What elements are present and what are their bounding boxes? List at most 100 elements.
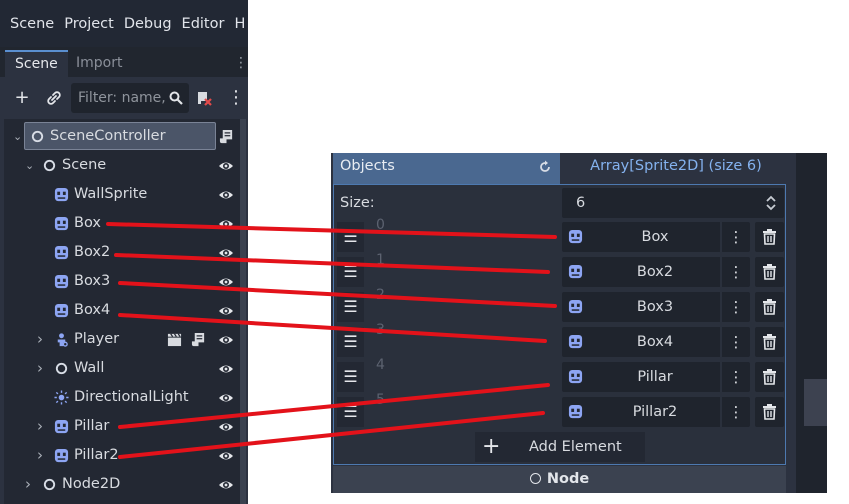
picker-menu-icon[interactable]: ⋮ xyxy=(720,222,750,252)
visibility-eye-icon[interactable] xyxy=(218,274,234,290)
script-icon[interactable] xyxy=(191,332,206,347)
scene-tree: ⌄ SceneController ⌄ Scene WallSprite Box Box2 B… xyxy=(4,119,244,504)
collapse-arrow-icon[interactable]: ⌄ xyxy=(13,122,22,151)
tree-row-scenecontroller[interactable]: ⌄ SceneController xyxy=(4,122,234,151)
tree-row-pillar2[interactable]: › Pillar2 xyxy=(4,441,234,470)
visibility-eye-icon[interactable] xyxy=(218,303,234,319)
expand-arrow-icon[interactable]: › xyxy=(37,325,43,354)
spin-arrows-icon[interactable] xyxy=(766,188,776,215)
node-picker[interactable]: Box2 ⋮ xyxy=(562,257,750,287)
tree-row-node2d[interactable]: › Node2D xyxy=(4,470,234,499)
delete-element-button[interactable] xyxy=(755,257,784,287)
visibility-eye-icon[interactable] xyxy=(218,361,234,377)
tree-row-directionallight[interactable]: DirectionalLight xyxy=(4,383,234,412)
element-index: 3 xyxy=(376,322,385,338)
tree-row-label: Pillar xyxy=(74,418,110,434)
menu-project[interactable]: Project xyxy=(59,16,119,32)
drag-handle-icon[interactable]: ☰ xyxy=(337,257,364,287)
visibility-eye-icon[interactable] xyxy=(218,448,234,464)
drag-handle-icon[interactable]: ☰ xyxy=(337,327,364,357)
drag-handle-icon[interactable]: ☰ xyxy=(337,362,364,392)
viewport-edge xyxy=(791,153,827,493)
picker-menu-icon[interactable]: ⋮ xyxy=(720,362,750,392)
revert-icon[interactable] xyxy=(538,160,552,174)
delete-element-button[interactable] xyxy=(755,292,784,322)
sprite-icon xyxy=(568,334,584,350)
script-filter-icon[interactable] xyxy=(192,86,216,110)
expand-arrow-icon[interactable]: › xyxy=(25,470,31,499)
size-spinbox[interactable]: 6 xyxy=(562,188,784,218)
tree-row-player[interactable]: › Player xyxy=(4,325,234,354)
tree-row-label: Player xyxy=(74,331,120,347)
script-icon[interactable] xyxy=(219,129,234,144)
node-picker[interactable]: Box3 ⋮ xyxy=(562,292,750,322)
sprite-icon xyxy=(54,303,69,318)
array-element-row: ☰ 5 Pillar2 ⋮ xyxy=(334,392,785,428)
element-node-name: Box2 xyxy=(636,264,674,280)
visibility-eye-icon[interactable] xyxy=(218,390,234,406)
link-icon[interactable] xyxy=(42,86,66,110)
drag-handle-icon[interactable]: ☰ xyxy=(337,397,364,427)
node-picker[interactable]: Box4 ⋮ xyxy=(562,327,750,357)
delete-element-button[interactable] xyxy=(755,327,784,357)
viewport-scroll-handle[interactable] xyxy=(804,379,827,426)
picker-menu-icon[interactable]: ⋮ xyxy=(720,257,750,287)
visibility-eye-icon[interactable] xyxy=(218,187,234,203)
tab-import[interactable]: Import xyxy=(66,50,132,77)
node-picker[interactable]: Pillar2 ⋮ xyxy=(562,397,750,427)
dock-options-icon[interactable]: ⋮ xyxy=(234,55,248,71)
open-scene-icon[interactable] xyxy=(167,332,182,347)
menu-editor[interactable]: Editor xyxy=(177,16,230,32)
delete-element-button[interactable] xyxy=(755,222,784,252)
element-index: 4 xyxy=(376,357,385,373)
node-picker[interactable]: Box ⋮ xyxy=(562,222,750,252)
delete-element-button[interactable] xyxy=(755,362,784,392)
array-type-button[interactable]: Array[Sprite2D] (size 6) xyxy=(560,153,792,184)
node-icon xyxy=(42,477,57,492)
tree-row-label: Pillar2 xyxy=(74,447,119,463)
tree-row-wallsprite[interactable]: WallSprite xyxy=(4,180,234,209)
picker-menu-icon[interactable]: ⋮ xyxy=(720,327,750,357)
visibility-eye-icon[interactable] xyxy=(218,245,234,261)
picker-menu-icon[interactable]: ⋮ xyxy=(720,292,750,322)
tree-row-box[interactable]: Box xyxy=(4,209,234,238)
inspector-scrollbar[interactable] xyxy=(791,153,796,493)
expand-arrow-icon[interactable]: › xyxy=(37,354,43,383)
add-element-button[interactable]: + Add Element xyxy=(475,432,645,462)
visibility-eye-icon[interactable] xyxy=(218,332,234,348)
add-node-icon[interactable]: + xyxy=(10,86,34,110)
picker-menu-icon[interactable]: ⋮ xyxy=(720,397,750,427)
tree-scrollbar[interactable] xyxy=(240,119,246,504)
menu-scene[interactable]: Scene xyxy=(0,16,59,32)
menu-help[interactable]: H xyxy=(229,16,248,32)
tab-scene[interactable]: Scene xyxy=(5,50,68,77)
element-node-name: Box3 xyxy=(636,299,674,315)
visibility-eye-icon[interactable] xyxy=(218,419,234,435)
tree-row-wall[interactable]: › Wall xyxy=(4,354,234,383)
property-name: Objects xyxy=(340,158,395,174)
tree-row-box2[interactable]: Box2 xyxy=(4,238,234,267)
filter-placeholder: Filter: name, xyxy=(78,90,166,106)
node-section-header[interactable]: Node xyxy=(333,466,786,493)
tree-row-box3[interactable]: Box3 xyxy=(4,267,234,296)
visibility-eye-icon[interactable] xyxy=(218,216,234,232)
more-options-icon[interactable]: ⋮ xyxy=(224,86,248,110)
tree-row-pillar[interactable]: › Pillar xyxy=(4,412,234,441)
element-index: 1 xyxy=(376,252,385,268)
menu-debug[interactable]: Debug xyxy=(119,16,177,32)
add-element-label: Add Element xyxy=(529,439,622,455)
collapse-arrow-icon[interactable]: ⌄ xyxy=(25,151,34,180)
tree-row-label: Wall xyxy=(74,360,105,376)
tree-row-box4[interactable]: Box4 xyxy=(4,296,234,325)
expand-arrow-icon[interactable]: › xyxy=(37,412,43,441)
visibility-eye-icon[interactable] xyxy=(218,477,234,493)
visibility-eye-icon[interactable] xyxy=(218,158,234,174)
drag-handle-icon[interactable]: ☰ xyxy=(337,292,364,322)
expand-arrow-icon[interactable]: › xyxy=(37,441,43,470)
tree-row-label: Box xyxy=(74,215,101,231)
tree-row-scene[interactable]: ⌄ Scene xyxy=(4,151,234,180)
drag-handle-icon[interactable]: ☰ xyxy=(337,222,364,252)
node-picker[interactable]: Pillar ⋮ xyxy=(562,362,750,392)
filter-input[interactable]: Filter: name, xyxy=(71,83,189,113)
delete-element-button[interactable] xyxy=(755,397,784,427)
